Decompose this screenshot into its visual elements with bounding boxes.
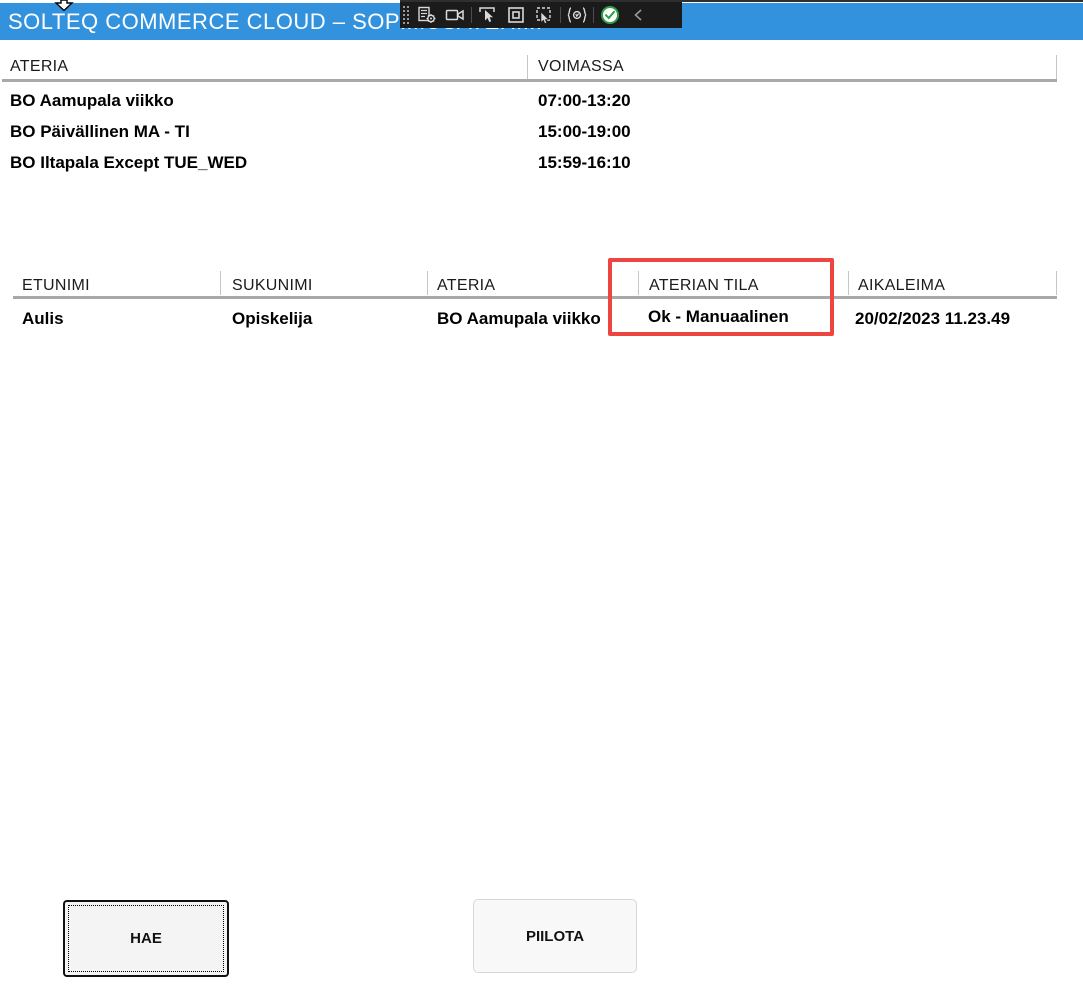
- meal-cell[interactable]: BO Aamupala viikko: [437, 309, 601, 329]
- recording-toolbar: [400, 2, 682, 28]
- meal-name-cell[interactable]: BO Päivällinen MA - TI: [10, 122, 190, 142]
- app-window: SOLTEQ COMMERCE CLOUD – SOPIMUSATERI...: [0, 0, 1083, 990]
- meal-validity-cell[interactable]: 07:00-13:20: [538, 91, 631, 111]
- toolbar-separator: [471, 7, 472, 23]
- toolbar-separator: [560, 7, 561, 23]
- collapse-chevron-icon[interactable]: [624, 3, 652, 27]
- timestamp-cell[interactable]: 20/02/2023 11.23.49: [855, 309, 1010, 329]
- diners-column-header-aikaleima: AIKALEIMA: [858, 277, 945, 295]
- meals-header-underline: [2, 79, 1057, 82]
- meal-name-cell[interactable]: BO Iltapala Except TUE_WED: [10, 153, 247, 173]
- highlight-rectangle: [608, 258, 834, 336]
- meal-name-cell[interactable]: BO Aamupala viikko: [10, 91, 174, 111]
- video-record-icon[interactable]: [441, 3, 469, 27]
- column-divider: [1056, 271, 1057, 295]
- meals-column-header-ateria: ATERIA: [10, 58, 68, 76]
- hae-button[interactable]: HAE: [63, 900, 229, 977]
- meal-validity-cell[interactable]: 15:59-16:10: [538, 153, 631, 173]
- cursor-region-capture-icon[interactable]: [530, 3, 558, 27]
- column-divider: [220, 271, 221, 295]
- toolbar-separator: [593, 7, 594, 23]
- meals-column-header-voimassa: VOIMASSA: [538, 58, 624, 76]
- confirm-icon[interactable]: [596, 3, 624, 27]
- code-settings-icon[interactable]: [563, 3, 591, 27]
- first-name-cell[interactable]: Aulis: [22, 309, 64, 329]
- piilota-button[interactable]: PIILOTA: [473, 899, 637, 973]
- diners-column-header-sukunimi: SUKUNIMI: [232, 277, 313, 295]
- column-divider: [527, 55, 528, 79]
- cursor-capture-icon[interactable]: [474, 3, 502, 27]
- mouse-cursor-icon: [53, 0, 75, 11]
- column-divider: [427, 271, 428, 295]
- region-capture-icon[interactable]: [502, 3, 530, 27]
- column-divider: [848, 271, 849, 295]
- capture-settings-icon[interactable]: [413, 3, 441, 27]
- diners-column-header-ateria: ATERIA: [437, 277, 495, 295]
- diners-column-header-etunimi: ETUNIMI: [22, 277, 90, 295]
- column-divider: [1056, 55, 1057, 79]
- last-name-cell[interactable]: Opiskelija: [232, 309, 312, 329]
- toolbar-grip-handle[interactable]: [403, 6, 410, 24]
- meal-validity-cell[interactable]: 15:00-19:00: [538, 122, 631, 142]
- diners-header-underline: [13, 296, 1057, 299]
